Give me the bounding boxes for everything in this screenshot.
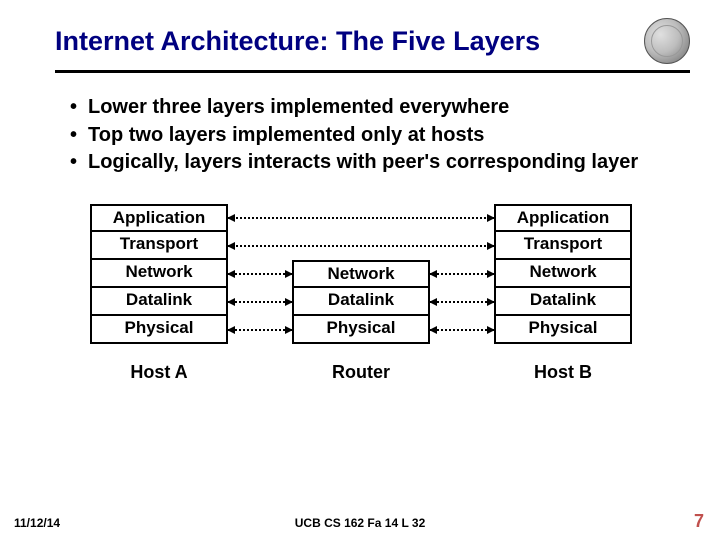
berkeley-seal-icon [644,18,690,64]
bullet-text: Lower three layers implemented everywher… [88,95,509,121]
page-number: 7 [694,511,704,532]
layer-box: Physical [90,316,228,344]
bullet-text: Top two layers implemented only at hosts [88,123,484,149]
peer-link [430,301,494,303]
stack-router: Network Datalink Physical Router [292,260,430,383]
stack-label: Host B [494,362,632,383]
layer-box: Network [292,260,430,288]
layer-box: Transport [494,232,632,260]
footer-course: UCB CS 162 Fa 14 L 32 [0,516,720,530]
layer-diagram: Application Transport Network Datalink P… [0,204,720,439]
layer-box: Datalink [292,288,430,316]
layer-box: Physical [494,316,632,344]
peer-link [228,301,292,303]
peer-link [228,217,494,219]
bullet-list: •Lower three layers implemented everywhe… [0,73,720,176]
layer-box: Physical [292,316,430,344]
layer-box: Application [90,204,228,232]
layer-box: Network [494,260,632,288]
stack-label: Host A [90,362,228,383]
bullet-item: •Logically, layers interacts with peer's… [70,150,680,176]
peer-link [228,329,292,331]
stack-label: Router [292,362,430,383]
slide-title: Internet Architecture: The Five Layers [55,26,644,57]
peer-link [228,245,494,247]
bullet-text: Logically, layers interacts with peer's … [88,150,638,176]
layer-box: Transport [90,232,228,260]
bullet-item: •Lower three layers implemented everywhe… [70,95,680,121]
peer-link [430,273,494,275]
layer-box: Application [494,204,632,232]
layer-box: Datalink [90,288,228,316]
bullet-item: •Top two layers implemented only at host… [70,123,680,149]
stack-host-b: Application Transport Network Datalink P… [494,204,632,383]
stack-host-a: Application Transport Network Datalink P… [90,204,228,383]
peer-link [430,329,494,331]
layer-box: Network [90,260,228,288]
layer-box: Datalink [494,288,632,316]
peer-link [228,273,292,275]
